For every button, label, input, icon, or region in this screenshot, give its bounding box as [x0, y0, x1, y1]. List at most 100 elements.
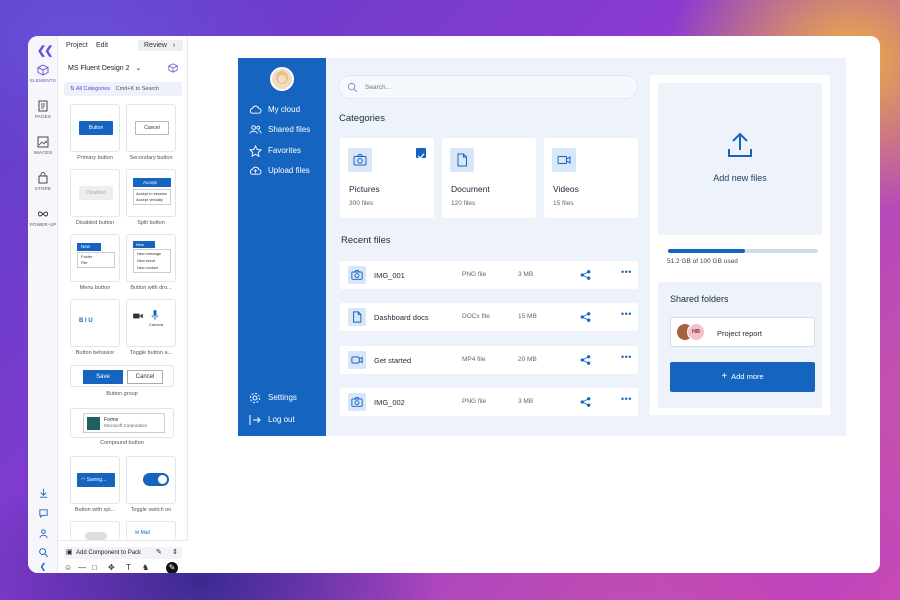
file-size: 3 MB	[518, 271, 534, 278]
library-select[interactable]: MS Fluent Design 2 ⌄	[68, 64, 141, 72]
component-menu-button[interactable]: New Folder File	[70, 234, 120, 282]
component-partial[interactable]	[70, 521, 120, 540]
pen-tool-icon[interactable]: ✎	[166, 562, 178, 573]
category-checkbox-checked[interactable]	[416, 148, 426, 160]
rectangle-tool-icon[interactable]: □	[92, 563, 97, 572]
user-avatar[interactable]	[270, 67, 294, 91]
component-toggle-switch[interactable]	[126, 456, 176, 504]
component-toggle-button[interactable]: Camera	[126, 299, 176, 347]
move-tool-icon[interactable]: ✥	[108, 563, 115, 572]
panel-tabs: Project Edit Review ›	[58, 36, 188, 56]
video-camera-icon	[133, 313, 143, 319]
tab-review[interactable]: Review ›	[138, 40, 184, 51]
file-type: PNG file	[462, 271, 487, 278]
users-button[interactable]	[28, 526, 58, 544]
download-icon	[39, 488, 47, 498]
tab-project[interactable]: Project	[66, 42, 88, 49]
file-icon-box	[348, 308, 366, 326]
file-row[interactable]: IMG_001 PNG file 3 MB •••	[340, 261, 638, 289]
more-options-icon[interactable]: •••	[621, 353, 632, 362]
component-secondary-button[interactable]: Cancel	[126, 104, 176, 152]
rail-elements-label: ELEMENTS	[30, 78, 56, 83]
caption-split-button: Split button	[137, 220, 165, 226]
emoji-icon[interactable]: ☺	[64, 563, 72, 572]
component-button-behavior[interactable]: B I U	[70, 299, 120, 347]
logout-icon	[249, 415, 261, 425]
collapse-logo-icon[interactable]: ❮❮	[37, 44, 54, 57]
component-disabled-button[interactable]: Disabled	[70, 169, 120, 217]
category-document[interactable]: Document 120 files	[442, 138, 536, 218]
rail-pages-label: PAGES	[34, 114, 52, 119]
storage-progress-bar	[668, 249, 818, 253]
nav-favorites[interactable]: Favorites	[249, 144, 325, 158]
component-spinner-button[interactable]: ◠ Saving...	[70, 456, 120, 504]
component-primary-button[interactable]: Button	[70, 104, 120, 152]
text-tool-icon[interactable]: T	[126, 563, 131, 572]
nav-upload-files[interactable]: Upload files	[249, 164, 325, 178]
caption-secondary-button: Secondary button	[129, 155, 173, 161]
storage-progress-fill	[668, 249, 745, 253]
category-filter[interactable]: All Categories	[76, 86, 110, 92]
add-component-button[interactable]: ▣ Add Component to Pack ✎ ⇕	[64, 547, 182, 559]
zoom-button[interactable]	[28, 545, 58, 563]
infinity-icon	[38, 211, 48, 217]
search-input[interactable]	[365, 81, 625, 93]
file-size: 15 MB	[518, 313, 537, 320]
stamp-tool-icon[interactable]: ♞	[142, 563, 149, 572]
package-icon[interactable]	[168, 63, 178, 73]
preview-primary-button: Button	[79, 121, 113, 135]
component-search[interactable]: ⇅ All Categories Cmd+K to Search	[64, 82, 182, 96]
plus-icon: +	[721, 371, 728, 382]
component-mail-button[interactable]: ✉ Mail	[126, 521, 176, 540]
more-options-icon[interactable]: •••	[621, 268, 632, 277]
rail-images[interactable]: IMAGES	[28, 136, 58, 155]
nav-settings[interactable]: Settings	[249, 391, 325, 405]
menu-item: File	[81, 260, 88, 265]
nav-log-out[interactable]: Log out	[249, 413, 325, 427]
add-new-files-dropzone[interactable]: Add new files	[658, 83, 822, 235]
category-videos[interactable]: Videos 15 files	[544, 138, 638, 218]
line-tool-icon[interactable]: —	[78, 563, 86, 572]
share-icon[interactable]	[580, 354, 591, 366]
dropdown-item: New message	[137, 252, 162, 256]
nav-shared-files[interactable]: Shared files	[249, 123, 325, 137]
search-bar[interactable]	[338, 75, 638, 99]
file-row[interactable]: Dashboard docs DOCx file 15 MB •••	[340, 303, 638, 331]
rail-pages[interactable]: PAGES	[28, 100, 58, 119]
nav-label: My cloud	[268, 105, 301, 114]
component-compound-button[interactable]: Forms Microsoft Corporation	[70, 408, 174, 438]
pencil-icon[interactable]: ✎	[156, 547, 162, 559]
right-column: Add new files 51.2 GB of 100 GB used Sha…	[650, 75, 830, 415]
rail-elements[interactable]: ELEMENTS	[28, 64, 58, 83]
component-split-button[interactable]: Accept Accept in session Accept virtuall…	[126, 169, 176, 217]
document-icon	[457, 153, 467, 167]
share-icon[interactable]	[580, 311, 591, 323]
file-row[interactable]: IMG_002 PNG file 3 MB •••	[340, 388, 638, 416]
panel-footer: ▣ Add Component to Pack ✎ ⇕ ☺ — □ ✥ T ♞ …	[58, 540, 188, 573]
caption-disabled-button: Disabled button	[75, 220, 115, 226]
comments-button[interactable]	[28, 506, 58, 524]
file-row[interactable]: Get started MP4 file 20 MB •••	[340, 346, 638, 374]
file-icon-box	[348, 351, 366, 369]
more-options-icon[interactable]: •••	[621, 395, 632, 404]
more-options-icon[interactable]: •••	[621, 310, 632, 319]
app-sidebar: My cloud Shared files Favorites Upload f…	[238, 58, 326, 436]
component-button-group[interactable]: Save Cancel	[70, 365, 174, 387]
share-icon[interactable]	[580, 396, 591, 408]
tab-edit[interactable]: Edit	[96, 42, 108, 49]
add-more-button[interactable]: + Add more	[670, 362, 815, 392]
collapse-chevron-icon[interactable]: ❮	[28, 562, 58, 571]
rail-power-up[interactable]: POWER-UP	[28, 208, 58, 227]
category-name: Videos	[553, 184, 579, 194]
sort-arrows-icon[interactable]: ⇕	[172, 547, 178, 559]
shared-folder-item[interactable]: HB Project report	[670, 317, 815, 347]
rail-store[interactable]: STORE	[28, 172, 58, 191]
nav-label: Favorites	[268, 146, 301, 155]
dropdown-item: New contact	[137, 266, 158, 270]
component-dropdown-button[interactable]: New New message New event New contact	[126, 234, 176, 282]
category-pictures[interactable]: Pictures 300 files	[340, 138, 434, 218]
category-icon-box	[348, 148, 372, 172]
import-button[interactable]	[28, 486, 58, 504]
share-icon[interactable]	[580, 269, 591, 281]
nav-my-cloud[interactable]: My cloud	[249, 103, 325, 117]
